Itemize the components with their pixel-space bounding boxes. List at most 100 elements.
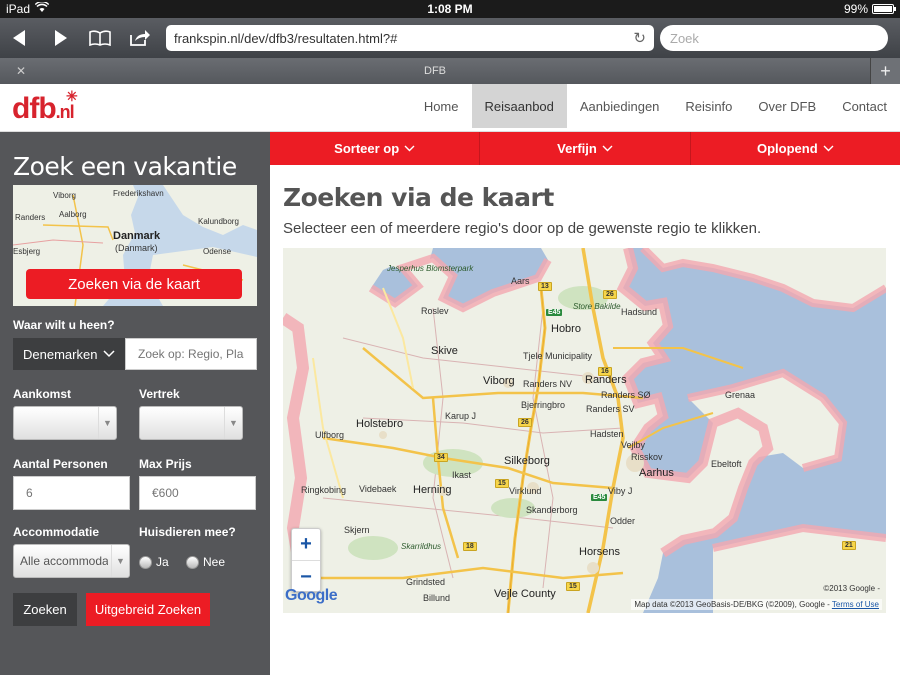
sidebar-title: Zoek een vakantie <box>13 152 237 181</box>
max-price-input[interactable] <box>139 476 256 510</box>
road-shield: E45 <box>591 494 608 501</box>
map-place-label: Aars <box>511 276 530 286</box>
radio-button[interactable] <box>139 555 152 569</box>
nav-contact[interactable]: Contact <box>829 84 900 128</box>
arrival-select[interactable]: ▼ <box>13 406 117 440</box>
road-shield: 15 <box>495 479 509 488</box>
destination-label: Waar wilt u heen? <box>13 318 115 332</box>
logo-main: dfb <box>12 92 57 125</box>
minimap-label: Kalundborg <box>198 217 239 226</box>
search-button[interactable]: Zoeken <box>13 593 77 626</box>
accommodation-select[interactable]: Alle accommodaties ▼ <box>13 544 130 578</box>
bookmarks-button[interactable] <box>80 18 120 58</box>
map-place-label: Silkeborg <box>504 455 550 467</box>
chevron-down-icon <box>404 145 415 152</box>
map-place-label: Skarrildhus <box>401 542 442 551</box>
map-place-label: Skanderborg <box>526 505 578 515</box>
sort-dropdown[interactable]: Sorteer op <box>270 132 481 165</box>
reload-icon[interactable]: ↻ <box>633 29 646 47</box>
map-place-label: Aarhus <box>639 467 674 479</box>
nav-reisinfo[interactable]: Reisinfo <box>672 84 745 128</box>
google-logo[interactable]: Google <box>285 587 338 605</box>
book-icon <box>89 30 111 46</box>
tab-dfb[interactable]: ✕ DFB <box>0 58 870 84</box>
wifi-icon <box>34 1 50 16</box>
map-place-label: Herning <box>413 484 452 496</box>
advanced-search-button[interactable]: Uitgebreid Zoeken <box>86 593 210 626</box>
site-header: dfb.nl ✳ Home Reisaanbod Aanbiedingen Re… <box>0 84 900 132</box>
minimap-label: (Danmark) <box>115 243 158 253</box>
persons-input[interactable] <box>13 476 130 510</box>
country-value: Denemarken <box>23 346 98 362</box>
country-select[interactable]: Denemarken <box>13 338 125 370</box>
pets-no-label: Nee <box>203 555 226 569</box>
map-place-label: Videbaek <box>359 484 397 494</box>
pets-no-option[interactable]: Nee <box>186 555 225 569</box>
road-shield: 21 <box>842 541 856 550</box>
ios-status-bar: iPad 1:08 PM 99% <box>0 0 900 18</box>
logo-suffix: .nl <box>55 102 75 122</box>
filter-bar: Sorteer op Verfijn Oplopend <box>270 132 900 165</box>
accommodation-label: Accommodatie <box>13 525 100 539</box>
refine-dropdown[interactable]: Verfijn <box>480 132 691 165</box>
minimap-label: Viborg <box>53 191 76 200</box>
minimap-preview[interactable]: Aalborg Viborg Frederikshavn Danmark (Da… <box>13 185 257 306</box>
new-tab-button[interactable]: + <box>870 58 900 84</box>
tab-title: DFB <box>424 65 446 77</box>
terms-of-use-link[interactable]: Terms of Use <box>832 600 879 609</box>
radio-button[interactable] <box>186 555 199 569</box>
map-place-label: Store Bakilde <box>573 302 621 311</box>
map-place-label: Odder <box>610 516 636 526</box>
nav-reisaanbod[interactable]: Reisaanbod <box>471 84 567 128</box>
road-shield: 26 <box>603 290 617 299</box>
map-place-label: Viborg <box>483 375 515 387</box>
pets-yes-option[interactable]: Ja <box>139 555 169 569</box>
nav-over-dfb[interactable]: Over DFB <box>745 84 829 128</box>
road-shield: 34 <box>434 453 448 462</box>
road-shield: E45 <box>546 309 563 316</box>
share-button[interactable] <box>120 18 160 58</box>
map-place-label: Bjerringbro <box>521 400 566 410</box>
dfb-logo[interactable]: dfb.nl ✳ <box>12 88 78 126</box>
device-name: iPad <box>6 2 31 16</box>
map-place-label: Jesperhus Blomsterpark <box>387 264 474 273</box>
region-search-input[interactable] <box>125 338 257 370</box>
departure-select[interactable]: ▼ <box>139 406 243 440</box>
address-bar[interactable]: frankspin.nl/dev/dfb3/resultaten.html?# … <box>166 25 654 51</box>
map-place-label: Skive <box>431 345 458 357</box>
zoom-control: + − <box>291 528 321 592</box>
tab-close-icon[interactable]: ✕ <box>16 64 26 78</box>
map-place-label: Hadsund <box>621 307 658 317</box>
nav-aanbiedingen[interactable]: Aanbiedingen <box>567 84 673 128</box>
battery-percent: 99% <box>843 2 868 16</box>
map-place-label: Hadsten <box>590 429 624 439</box>
pets-yes-label: Ja <box>156 555 169 569</box>
chevron-down-icon <box>103 350 115 358</box>
status-right: 99% <box>843 2 896 16</box>
price-label: Max Prijs <box>139 457 192 471</box>
map-place-label: Hobro <box>551 323 581 335</box>
page-subtitle: Selecteer een of meerdere regio's door o… <box>283 220 762 237</box>
minimap-label: Aalborg <box>59 210 87 219</box>
persons-label: Aantal Personen <box>13 457 108 471</box>
map-place-label: Virklund <box>509 486 542 496</box>
back-button[interactable] <box>0 18 40 58</box>
back-arrow-icon <box>13 30 25 46</box>
nav-home[interactable]: Home <box>411 84 472 128</box>
map-place-label: Ikast <box>452 470 472 480</box>
browser-search-field[interactable] <box>660 25 888 51</box>
road-shield: 16 <box>598 367 612 376</box>
map-place-label: Viby J <box>608 486 633 496</box>
browser-search-input[interactable] <box>670 30 878 46</box>
region-map[interactable]: Jesperhus Blomsterpark Aars Store Bakild… <box>283 248 886 613</box>
arrival-label: Aankomst <box>13 387 72 401</box>
zoom-in-button[interactable]: + <box>292 529 320 561</box>
map-search-button[interactable]: Zoeken via de kaart <box>26 269 242 299</box>
order-dropdown[interactable]: Oplopend <box>691 132 900 165</box>
select-arrow-icon: ▼ <box>111 545 129 577</box>
departure-label: Vertrek <box>139 387 180 401</box>
refine-label: Verfijn <box>557 141 597 156</box>
forward-button[interactable] <box>40 18 80 58</box>
map-place-label: Ulfborg <box>315 430 345 440</box>
map-place-label: Karup J <box>445 411 477 421</box>
